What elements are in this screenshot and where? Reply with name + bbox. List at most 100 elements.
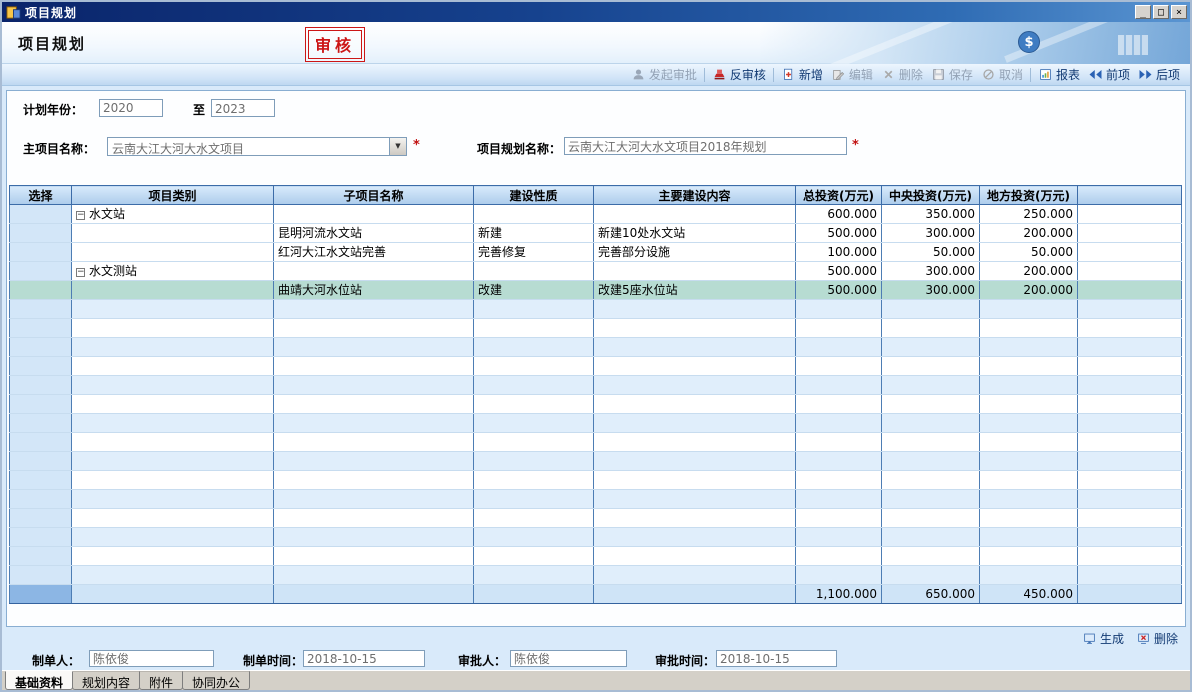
cell-extra[interactable] [1078,262,1182,281]
cell-extra[interactable] [1078,490,1182,509]
cell-total-invest[interactable] [796,414,882,433]
cell-extra[interactable] [1078,376,1182,395]
cell-sub-name[interactable] [274,338,474,357]
tab-attachment[interactable]: 附件 [139,671,183,690]
cell-category[interactable] [72,433,274,452]
cell-category[interactable] [72,452,274,471]
cell-extra[interactable] [1078,319,1182,338]
cell-local-invest[interactable] [980,471,1078,490]
cell-sub-name[interactable] [274,566,474,585]
cell-central-invest[interactable] [882,338,980,357]
grid-empty-row[interactable] [10,547,1182,566]
cell-sub-name[interactable] [274,509,474,528]
cell-central-invest[interactable] [882,414,980,433]
minimize-button[interactable]: _ [1135,5,1151,19]
plan-name-input[interactable] [564,137,847,155]
toolbar-report-button[interactable]: 报表 [1034,65,1084,84]
cell-local-invest[interactable]: 250.000 [980,205,1078,224]
approver-input[interactable] [510,650,627,667]
cell-select[interactable] [10,433,72,452]
cell-central-invest[interactable] [882,376,980,395]
cell-sub-name[interactable]: 红河大江水文站完善 [274,243,474,262]
grid-row[interactable]: 曲靖大河水位站改建改建5座水位站500.000300.000200.000 [10,281,1182,300]
cell-central-invest[interactable] [882,395,980,414]
grid-empty-row[interactable] [10,338,1182,357]
cell-central-invest[interactable] [882,471,980,490]
cell-select[interactable] [10,395,72,414]
combo-dropdown-icon[interactable]: ▼ [389,138,406,155]
toolbar-next-item-button[interactable]: 后项 [1134,65,1184,84]
cell-extra[interactable] [1078,300,1182,319]
cell-local-invest[interactable]: 200.000 [980,262,1078,281]
cell-category[interactable] [72,414,274,433]
cell-content[interactable]: 新建10处水文站 [594,224,796,243]
cell-category[interactable] [72,281,274,300]
cell-category[interactable] [72,376,274,395]
cell-sub-name[interactable] [274,376,474,395]
cell-total-invest[interactable] [796,395,882,414]
cell-total-invest[interactable]: 100.000 [796,243,882,262]
cell-category[interactable] [72,509,274,528]
grid-empty-row[interactable] [10,414,1182,433]
cell-sub-name[interactable] [274,395,474,414]
plan-year-to-input[interactable]: 2023 [211,99,275,117]
cell-central-invest[interactable] [882,547,980,566]
cell-extra[interactable] [1078,338,1182,357]
cell-nature[interactable] [474,471,594,490]
cell-central-invest[interactable] [882,490,980,509]
column-header-content[interactable]: 主要建设内容 [594,186,796,205]
cell-content[interactable] [594,357,796,376]
cell-central-invest[interactable]: 300.000 [882,281,980,300]
cell-category[interactable]: −水文站 [72,205,274,224]
cell-total-invest[interactable] [796,357,882,376]
column-header-total-invest[interactable]: 总投资(万元) [796,186,882,205]
creator-input[interactable] [89,650,214,667]
grid-empty-row[interactable] [10,452,1182,471]
cell-extra[interactable] [1078,224,1182,243]
cell-content[interactable] [594,338,796,357]
cell-select[interactable] [10,509,72,528]
cell-total-invest[interactable]: 600.000 [796,205,882,224]
cell-sub-name[interactable] [274,300,474,319]
grid-empty-row[interactable] [10,471,1182,490]
cell-content[interactable]: 改建5座水位站 [594,281,796,300]
cell-central-invest[interactable] [882,357,980,376]
cell-category[interactable] [72,357,274,376]
cell-sub-name[interactable] [274,205,474,224]
cell-content[interactable] [594,452,796,471]
plan-year-from-input[interactable] [99,99,163,117]
tab-basic-info[interactable]: 基础资料 [5,671,73,690]
cell-sub-name[interactable] [274,490,474,509]
cell-content[interactable] [594,490,796,509]
cell-select[interactable] [10,319,72,338]
cell-local-invest[interactable]: 50.000 [980,243,1078,262]
grid-empty-row[interactable] [10,319,1182,338]
cell-local-invest[interactable] [980,338,1078,357]
cell-total-invest[interactable] [796,471,882,490]
cell-extra[interactable] [1078,566,1182,585]
cell-central-invest[interactable] [882,528,980,547]
cell-nature[interactable] [474,262,594,281]
grid-empty-row[interactable] [10,395,1182,414]
cell-content[interactable] [594,300,796,319]
cell-content[interactable] [594,547,796,566]
cell-total-invest[interactable] [796,376,882,395]
cell-sub-name[interactable]: 曲靖大河水位站 [274,281,474,300]
grid-row[interactable]: 昆明河流水文站新建新建10处水文站500.000300.000200.000 [10,224,1182,243]
cell-central-invest[interactable]: 300.000 [882,262,980,281]
grid-empty-row[interactable] [10,509,1182,528]
cell-sub-name[interactable] [274,547,474,566]
tab-plan-content[interactable]: 规划内容 [72,671,140,690]
cell-select[interactable] [10,547,72,566]
cell-category[interactable] [72,224,274,243]
cell-sub-name[interactable] [274,414,474,433]
grid-empty-row[interactable] [10,566,1182,585]
toolbar-anti-audit-button[interactable]: 反审核 [708,65,770,84]
cell-extra[interactable] [1078,471,1182,490]
cell-extra[interactable] [1078,433,1182,452]
cell-local-invest[interactable] [980,433,1078,452]
cell-extra[interactable] [1078,243,1182,262]
cell-content[interactable] [594,319,796,338]
cell-central-invest[interactable] [882,452,980,471]
cell-total-invest[interactable] [796,509,882,528]
